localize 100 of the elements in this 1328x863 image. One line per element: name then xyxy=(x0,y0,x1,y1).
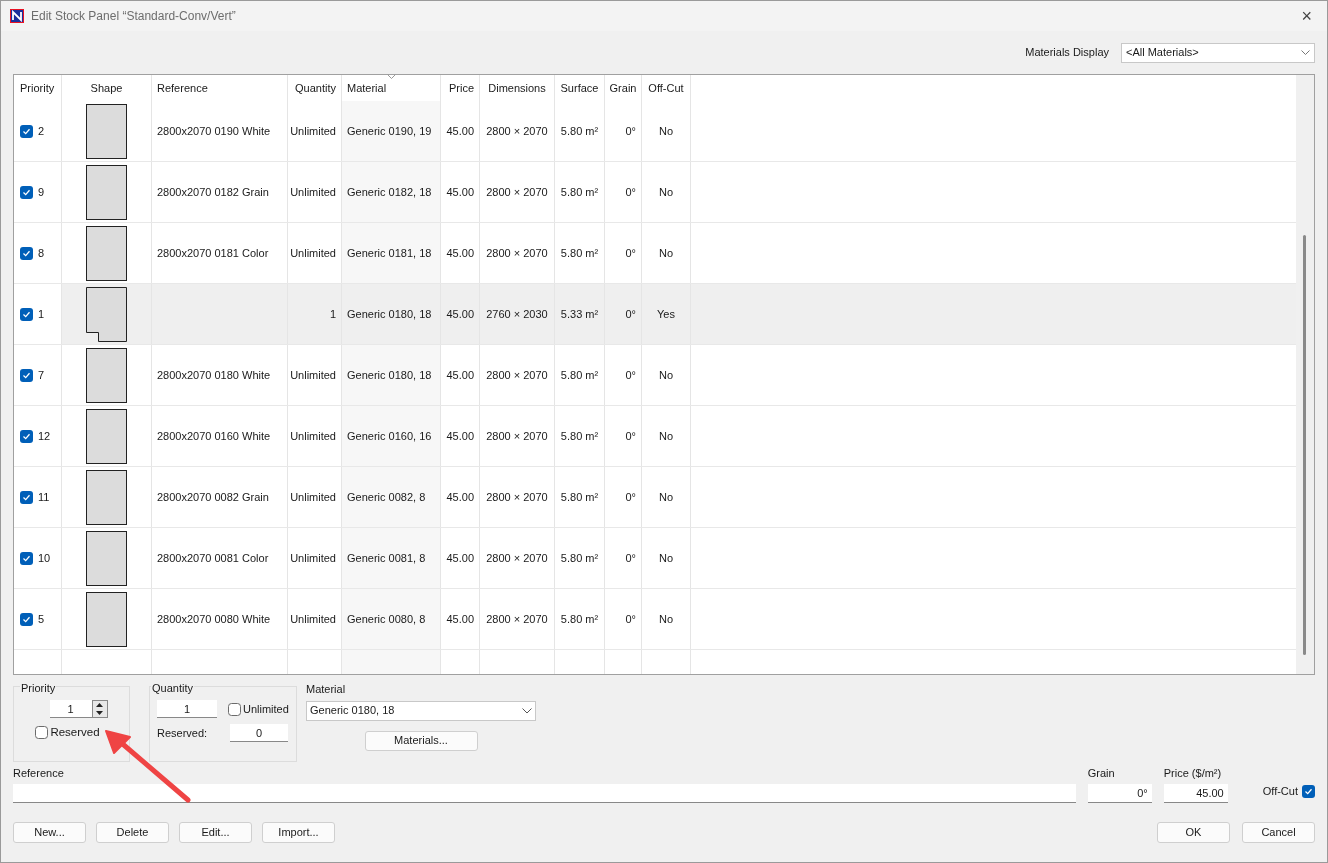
table-cell: 5.80 m² xyxy=(555,467,605,527)
app-logo-icon xyxy=(10,9,24,23)
quantity-field[interactable]: 1 xyxy=(157,700,217,718)
table-cell: 0° xyxy=(605,467,642,527)
reserved-quantity-label: Reserved: xyxy=(157,725,209,741)
panel-shape-icon xyxy=(86,469,127,525)
table-row[interactable]: 10 2800x2070 0081 Color Unlimited Generic 0081, 8 45.00 2800 × 2070 5.80 m² 0° No xyxy=(14,528,1296,589)
reserved-quantity-field[interactable]: 0 xyxy=(230,724,288,742)
table-cell: 2760 × 2030 xyxy=(480,284,555,344)
table-row[interactable]: 12 2800x2070 0160 White Unlimited Generic 0160, 16 45.00 2800 × 2070 5.80 m² 0° No xyxy=(14,406,1296,467)
table-cell: 2800 × 2070 xyxy=(480,406,555,466)
scrollbar[interactable] xyxy=(1296,75,1314,674)
table-cell: Generic 0082, 8 xyxy=(342,467,441,527)
table-cell: 0° xyxy=(605,223,642,283)
table-cell: No xyxy=(642,345,691,405)
priority-text: 9 xyxy=(38,184,45,200)
table-cell: 2800x2070 0160 White xyxy=(152,406,288,466)
reference-field[interactable] xyxy=(13,784,1076,803)
panel-shape-icon xyxy=(86,164,127,220)
checkbox[interactable] xyxy=(20,429,33,443)
table-cell: 2800 × 2070 xyxy=(480,528,555,588)
table-cell: 45.00 xyxy=(441,162,480,222)
close-button[interactable]: × xyxy=(1295,7,1318,25)
price-label: Price ($/m²) xyxy=(1163,765,1223,781)
table-cell: 2800 × 2070 xyxy=(480,162,555,222)
off-cut-label: Off-Cut xyxy=(1262,784,1298,800)
table-cell: 2800 × 2070 xyxy=(480,467,555,527)
panel-shape-icon xyxy=(86,408,127,464)
checkbox[interactable] xyxy=(20,490,33,504)
table-cell: 45.00 xyxy=(441,284,480,344)
priority-text: 7 xyxy=(38,367,45,383)
panel-shape-icon xyxy=(86,347,127,403)
table-cell: 0° xyxy=(605,284,642,344)
priority-field[interactable]: 1 xyxy=(49,700,92,718)
table-cell: No xyxy=(642,589,691,649)
window-title: Edit Stock Panel “Standard-Conv/Vert” xyxy=(31,8,236,25)
dialog-button[interactable]: Cancel xyxy=(1242,822,1315,843)
priority-text: 5 xyxy=(38,611,45,627)
table-cell: Generic 0180, 18 xyxy=(342,345,441,405)
table-cell: 2800 × 2070 xyxy=(480,101,555,161)
table-row[interactable]: 5 2800x2070 0080 White Unlimited Generic 0080, 8 45.00 2800 × 2070 5.80 m² 0° No xyxy=(14,589,1296,650)
table-cell: 0° xyxy=(605,406,642,466)
checkbox[interactable] xyxy=(20,307,33,321)
checkbox[interactable] xyxy=(20,124,33,138)
table-cell: 5.80 m² xyxy=(555,223,605,283)
grain-field[interactable]: 0° xyxy=(1087,784,1152,803)
dialog-button[interactable]: Import... xyxy=(262,822,335,843)
table-cell: 45.00 xyxy=(441,528,480,588)
checkbox[interactable] xyxy=(35,726,49,740)
table-cell: Generic 0081, 8 xyxy=(342,528,441,588)
table-cell: 2800x2070 0190 White xyxy=(152,101,288,161)
checkbox[interactable] xyxy=(20,551,33,565)
table-cell: 45.00 xyxy=(441,589,480,649)
table-row[interactable]: 7 2800x2070 0180 White Unlimited Generic 0180, 18 45.00 2800 × 2070 5.80 m² 0° No xyxy=(14,345,1296,406)
table-row[interactable]: 2 2800x2070 0190 White Unlimited Generic 0190, 19 45.00 2800 × 2070 5.80 m² 0° No xyxy=(14,101,1296,162)
dialog-button[interactable]: New... xyxy=(13,822,86,843)
table-cell: 0° xyxy=(605,345,642,405)
table-cell: 5.80 m² xyxy=(555,406,605,466)
priority-text: 10 xyxy=(38,550,51,566)
table-cell: Generic 0080, 8 xyxy=(342,589,441,649)
table-row[interactable]: 9 2800x2070 0182 Grain Unlimited Generic 0182, 18 45.00 2800 × 2070 5.80 m² 0° No xyxy=(14,162,1296,223)
materials-display-dropdown[interactable]: <All Materials> xyxy=(1121,42,1315,63)
table-row[interactable]: 11 2800x2070 0082 Grain Unlimited Generic 0082, 8 45.00 2800 × 2070 5.80 m² 0° No xyxy=(14,467,1296,528)
scrollbar-thumb[interactable] xyxy=(1303,235,1306,655)
checkbox[interactable] xyxy=(20,185,33,199)
table-cell: 2800 × 2070 xyxy=(480,589,555,649)
dialog-button[interactable]: Delete xyxy=(96,822,169,843)
table-cell: Yes xyxy=(642,284,691,344)
table-cell: 2800x2070 0182 Grain xyxy=(152,162,288,222)
checkbox[interactable] xyxy=(228,702,241,716)
materials-button[interactable]: Materials... xyxy=(364,730,478,751)
priority-text: 8 xyxy=(38,245,45,261)
price-field[interactable]: 45.00 xyxy=(1163,784,1228,803)
priority-text: 2 xyxy=(38,123,45,139)
grain-label: Grain xyxy=(1087,765,1116,781)
table-cell: 45.00 xyxy=(441,406,480,466)
checkbox[interactable] xyxy=(20,368,33,382)
table-cell: 2800x2070 0180 White xyxy=(152,345,288,405)
dialog-button[interactable]: OK xyxy=(1157,822,1230,843)
material-dropdown[interactable]: Generic 0180, 18 xyxy=(306,700,536,721)
priority-text: 11 xyxy=(38,489,50,505)
panel-shape-icon xyxy=(86,591,127,647)
table-cell: No xyxy=(642,162,691,222)
table-cell: 45.00 xyxy=(441,101,480,161)
table-cell: Generic 0182, 18 xyxy=(342,162,441,222)
materials-display-label: Materials Display xyxy=(1025,45,1109,61)
table-row[interactable]: 1 1 Generic 0180, 18 45.00 2760 × 2030 5.33 m² 0° Yes xyxy=(14,284,1296,345)
table-cell: 0° xyxy=(605,162,642,222)
reference-label: Reference xyxy=(13,765,65,781)
table-cell: Generic 0160, 16 xyxy=(342,406,441,466)
table-cell: 1 xyxy=(288,284,342,344)
panel-shape-icon xyxy=(86,286,127,342)
table-cell: 2800 × 2070 xyxy=(480,223,555,283)
table-row[interactable]: 8 2800x2070 0181 Color Unlimited Generic 0181, 18 45.00 2800 × 2070 5.80 m² 0° No xyxy=(14,223,1296,284)
checkbox[interactable] xyxy=(20,612,33,626)
table-cell: 5.80 m² xyxy=(555,101,605,161)
checkbox[interactable] xyxy=(20,246,33,260)
checkbox[interactable] xyxy=(1302,785,1315,798)
dialog-button[interactable]: Edit... xyxy=(179,822,252,843)
table-cell: 5.80 m² xyxy=(555,528,605,588)
